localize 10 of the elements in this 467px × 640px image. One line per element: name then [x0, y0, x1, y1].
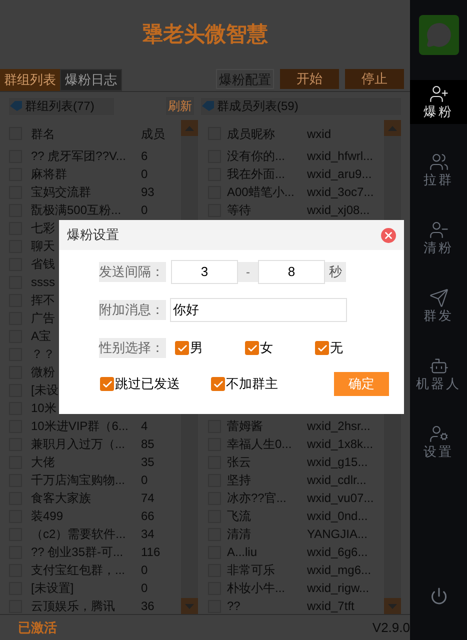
- table-cell-text: ??: [227, 598, 242, 614]
- field-label: 附加消息：: [99, 300, 166, 320]
- dialog-title: 爆粉设置: [67, 226, 119, 244]
- field-label: 性别选择：: [99, 338, 166, 358]
- field-label: 发送间隔：: [99, 262, 166, 282]
- activation-status: 已激活: [18, 618, 57, 637]
- unit-label: 秒: [325, 262, 346, 282]
- table-cell-text: ？？: [31, 346, 55, 363]
- range-dash: -: [238, 262, 258, 282]
- app-title: 犟老头微智慧: [142, 20, 268, 48]
